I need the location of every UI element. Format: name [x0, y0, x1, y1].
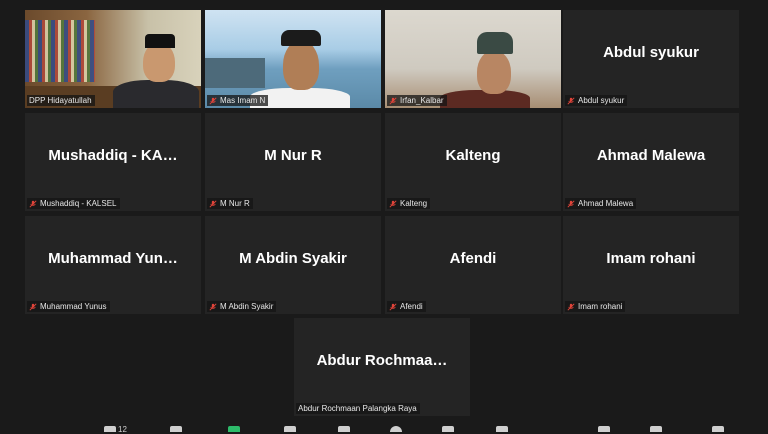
participant-label: Irfan_Kalbar — [387, 95, 447, 106]
participant-tile[interactable]: DPP Hidayatullah — [25, 10, 201, 108]
participant-tile[interactable]: Abdul syukur Abdul syukur — [563, 10, 739, 108]
participant-tile[interactable]: Kalteng Kalteng — [385, 113, 561, 211]
participant-label: M Nur R — [207, 198, 253, 209]
participant-name: Imam rohani — [606, 249, 696, 267]
participant-video — [205, 10, 381, 108]
mic-muted-icon — [389, 199, 397, 208]
participant-tile[interactable]: M Abdin Syakir M Abdin Syakir — [205, 216, 381, 314]
mic-muted-icon — [389, 96, 397, 105]
participant-label: Abdul syukur — [565, 95, 628, 106]
participant-label: Muhammad Yunus — [27, 301, 110, 312]
mic-muted-icon — [209, 302, 217, 311]
record-icon[interactable] — [284, 426, 296, 432]
participant-name: Abdur Rochmaa… — [316, 351, 448, 369]
participant-tile[interactable]: Muhammad Yun… Muhammad Yunus — [25, 216, 201, 314]
participants-icon[interactable] — [104, 426, 116, 432]
participant-name: Kalteng — [445, 146, 501, 164]
participant-name: Ahmad Malewa — [596, 146, 706, 164]
participant-tile[interactable]: Afendi Afendi — [385, 216, 561, 314]
notes-icon[interactable] — [496, 426, 508, 432]
participant-label: Mas Imam N — [207, 95, 269, 106]
settings-icon[interactable] — [712, 426, 724, 432]
reactions-icon[interactable] — [338, 426, 350, 432]
participant-label: Afendi — [387, 301, 426, 312]
participant-video — [25, 10, 201, 108]
participant-tile[interactable]: Ahmad Malewa Ahmad Malewa — [563, 113, 739, 211]
chat-icon[interactable] — [170, 426, 182, 432]
participant-tile[interactable]: Irfan_Kalbar — [385, 10, 561, 108]
share-screen-icon[interactable] — [228, 426, 240, 432]
participant-name: Mushaddiq - KA… — [48, 146, 178, 164]
end-icon[interactable] — [650, 426, 662, 432]
meeting-toolbar: 12 — [0, 422, 768, 434]
gallery-grid: DPP Hidayatullah Mas Imam N Irfan_Kalbar… — [0, 0, 768, 432]
participant-label: Kalteng — [387, 198, 431, 209]
participant-label: DPP Hidayatullah — [27, 95, 95, 106]
participant-name: M Abdin Syakir — [239, 249, 347, 267]
participant-video — [385, 10, 561, 108]
participant-tile[interactable]: Mas Imam N — [205, 10, 381, 108]
participant-tile[interactable]: Imam rohani Imam rohani — [563, 216, 739, 314]
participant-label: Abdur Rochmaan Palangka Raya — [296, 403, 420, 414]
mic-muted-icon — [209, 96, 217, 105]
participants-count: 12 — [118, 425, 127, 434]
mic-muted-icon — [567, 96, 575, 105]
mic-muted-icon — [567, 302, 575, 311]
mic-muted-icon — [29, 302, 37, 311]
mic-muted-icon — [567, 199, 575, 208]
apps-icon[interactable] — [390, 426, 402, 432]
more-icon[interactable] — [598, 426, 610, 432]
participant-name: Muhammad Yun… — [48, 249, 178, 267]
mic-muted-icon — [209, 199, 217, 208]
participant-label: Mushaddiq - KALSEL — [27, 198, 120, 209]
participant-name: M Nur R — [264, 146, 322, 164]
mic-muted-icon — [29, 199, 37, 208]
participant-name: Abdul syukur — [603, 43, 699, 61]
participant-name: Afendi — [449, 249, 497, 267]
participant-label: Imam rohani — [565, 301, 626, 312]
whiteboard-icon[interactable] — [442, 426, 454, 432]
participant-label: Ahmad Malewa — [565, 198, 637, 209]
mic-muted-icon — [389, 302, 397, 311]
participant-label: M Abdin Syakir — [207, 301, 277, 312]
participant-tile[interactable]: Mushaddiq - KA… Mushaddiq - KALSEL — [25, 113, 201, 211]
participant-tile[interactable]: Abdur Rochmaa… Abdur Rochmaan Palangka R… — [294, 318, 470, 416]
participant-tile[interactable]: M Nur R M Nur R — [205, 113, 381, 211]
